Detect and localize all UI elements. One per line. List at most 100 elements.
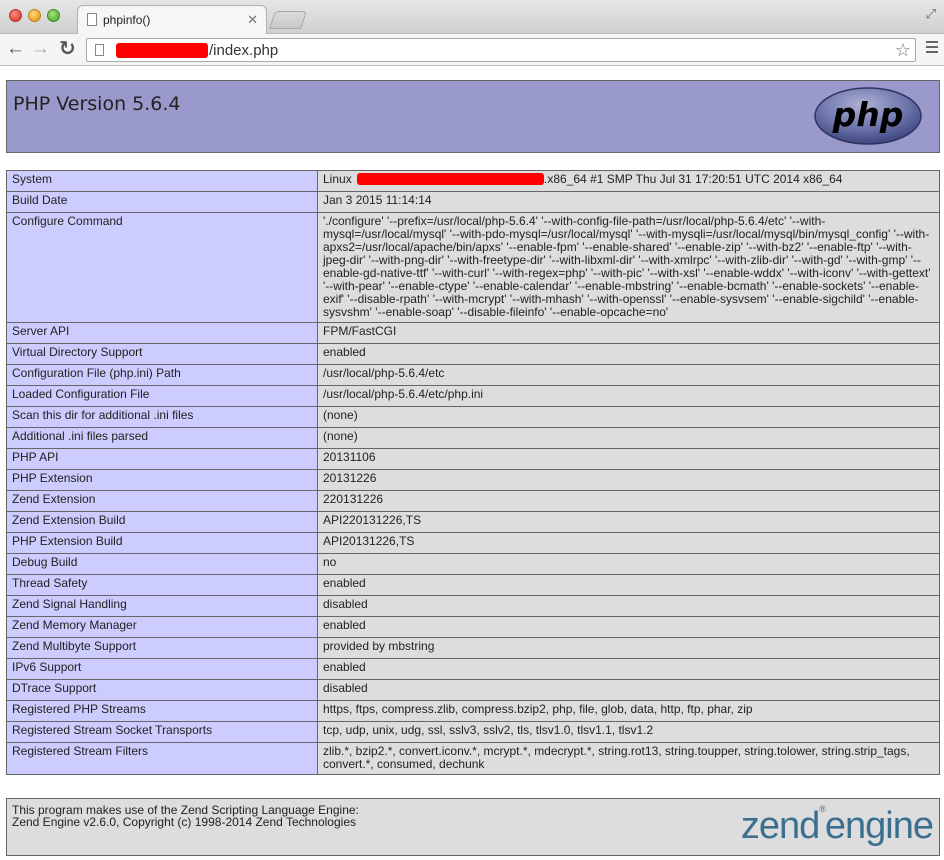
row-key: Zend Memory Manager — [6, 616, 318, 638]
row-key: Registered Stream Socket Transports — [6, 721, 318, 743]
row-key: PHP Extension Build — [6, 532, 318, 554]
row-value: Linux .x86_64 #1 SMP Thu Jul 31 17:20:51… — [317, 170, 940, 192]
row-value: 20131226 — [317, 469, 940, 491]
row-value: 220131226 — [317, 490, 940, 512]
address-bar[interactable]: /index.php ☆ — [86, 38, 916, 62]
maximize-window-button[interactable] — [47, 9, 60, 22]
table-row: Virtual Directory Support enabled — [6, 343, 940, 365]
table-row: Registered PHP Streams https, ftps, compr… — [6, 700, 940, 722]
table-row: IPv6 Support enabled — [6, 658, 940, 680]
close-window-button[interactable] — [9, 9, 22, 22]
row-value: /usr/local/php-5.6.4/etc — [317, 364, 940, 386]
table-row: Build Date Jan 3 2015 11:14:14 — [6, 191, 940, 213]
table-row: Zend Extension 220131226 — [6, 490, 940, 512]
page-icon — [87, 13, 97, 26]
table-row: System Linux .x86_64 #1 SMP Thu Jul 31 1… — [6, 170, 940, 192]
minimize-window-button[interactable] — [28, 9, 41, 22]
row-key: Build Date — [6, 191, 318, 213]
table-row: Zend Multibyte Support provided by mbstri… — [6, 637, 940, 659]
table-row: PHP API 20131106 — [6, 448, 940, 470]
row-value: 20131106 — [317, 448, 940, 470]
row-value: API20131226,TS — [317, 532, 940, 554]
info-table: System Linux .x86_64 #1 SMP Thu Jul 31 1… — [6, 170, 940, 775]
table-row: Zend Memory Manager enabled — [6, 616, 940, 638]
table-row: Server API FPM/FastCGI — [6, 322, 940, 344]
fullscreen-icon[interactable]: ⤢ — [926, 6, 936, 22]
row-key: Virtual Directory Support — [6, 343, 318, 365]
row-value: (none) — [317, 406, 940, 428]
row-key: Configure Command — [6, 212, 318, 323]
table-row: PHP Extension Build API20131226,TS — [6, 532, 940, 554]
row-value: (none) — [317, 427, 940, 449]
row-key: Registered Stream Filters — [6, 742, 318, 775]
row-key: Additional .ini files parsed — [6, 427, 318, 449]
row-value: enabled — [317, 343, 940, 365]
row-value: zlib.*, bzip2.*, convert.iconv.*, mcrypt… — [317, 742, 940, 775]
table-row: Scan this dir for additional .ini files(… — [6, 406, 940, 428]
row-value: API220131226,TS — [317, 511, 940, 533]
row-value: FPM/FastCGI — [317, 322, 940, 344]
redacted-host — [116, 43, 208, 58]
table-row: Zend Extension Build API220131226,TS — [6, 511, 940, 533]
tab-close-icon[interactable]: ✕ — [247, 12, 258, 28]
row-value: enabled — [317, 616, 940, 638]
table-row: Thread Safety enabled — [6, 574, 940, 596]
row-key: System — [6, 170, 318, 192]
table-row: PHP Extension 20131226 — [6, 469, 940, 491]
zend-footer: This program makes use of the Zend Scrip… — [6, 798, 940, 856]
row-key: Zend Extension — [6, 490, 318, 512]
php-header: PHP Version 5.6.4 php — [6, 80, 940, 153]
table-row: DTrace Support disabled — [6, 679, 940, 701]
browser-tab[interactable]: phpinfo() ✕ — [77, 5, 267, 34]
row-key: Scan this dir for additional .ini files — [6, 406, 318, 428]
row-key: Zend Extension Build — [6, 511, 318, 533]
table-row: Zend Signal Handling disabled — [6, 595, 940, 617]
page-icon — [95, 44, 104, 56]
row-key: Debug Build — [6, 553, 318, 575]
row-value: https, ftps, compress.zlib, compress.bzi… — [317, 700, 940, 722]
row-value: disabled — [317, 679, 940, 701]
row-value: tcp, udp, unix, udg, ssl, sslv3, sslv2, … — [317, 721, 940, 743]
row-key: Registered PHP Streams — [6, 700, 318, 722]
window-titlebar: phpinfo() ✕ ⤢ — [0, 0, 944, 34]
row-key: DTrace Support — [6, 679, 318, 701]
row-value: disabled — [317, 595, 940, 617]
table-row: Loaded Configuration File/usr/local/php-… — [6, 385, 940, 407]
new-tab-button[interactable] — [269, 11, 307, 29]
row-key: Zend Signal Handling — [6, 595, 318, 617]
row-value: Jan 3 2015 11:14:14 — [317, 191, 940, 213]
browser-toolbar: ← → ↻ /index.php ☆ — [0, 34, 944, 66]
row-value: no — [317, 553, 940, 575]
php-logo: php — [814, 87, 922, 145]
table-row: Registered Stream Filters zlib.*, bzip2.*… — [6, 742, 940, 775]
page-title: PHP Version 5.6.4 — [13, 93, 181, 115]
back-arrow-icon[interactable]: ← — [6, 39, 25, 59]
row-value: /usr/local/php-5.6.4/etc/php.ini — [317, 385, 940, 407]
reload-icon[interactable]: ↻ — [59, 39, 76, 59]
url-path: /index.php — [209, 42, 279, 59]
zend-notice: This program makes use of the Zend Scrip… — [12, 803, 359, 829]
row-key: IPv6 Support — [6, 658, 318, 680]
table-row: Registered Stream Socket Transports tcp, … — [6, 721, 940, 743]
table-row: Debug Build no — [6, 553, 940, 575]
svg-text:php: php — [832, 95, 904, 134]
row-key: PHP API — [6, 448, 318, 470]
row-key: PHP Extension — [6, 469, 318, 491]
redacted-hostname — [357, 173, 545, 185]
bookmark-star-icon[interactable]: ☆ — [895, 40, 911, 61]
row-value: enabled — [317, 658, 940, 680]
row-value: provided by mbstring — [317, 637, 940, 659]
tab-title: phpinfo() — [103, 13, 151, 27]
row-value: './configure' '--prefix=/usr/local/php-5… — [317, 212, 940, 323]
forward-arrow-icon[interactable]: → — [31, 39, 50, 59]
row-key: Server API — [6, 322, 318, 344]
table-row: Additional .ini files parsed (none) — [6, 427, 940, 449]
table-row: Configure Command './configure' '--prefix… — [6, 212, 940, 323]
zend-engine-logo: zend®engine — [740, 804, 934, 847]
table-row: Configuration File (php.ini) Path/usr/lo… — [6, 364, 940, 386]
menu-icon[interactable] — [926, 41, 938, 56]
row-value: enabled — [317, 574, 940, 596]
row-key: Thread Safety — [6, 574, 318, 596]
page-content: PHP Version 5.6.4 php System Linux .x86_… — [0, 67, 944, 860]
row-key: Zend Multibyte Support — [6, 637, 318, 659]
